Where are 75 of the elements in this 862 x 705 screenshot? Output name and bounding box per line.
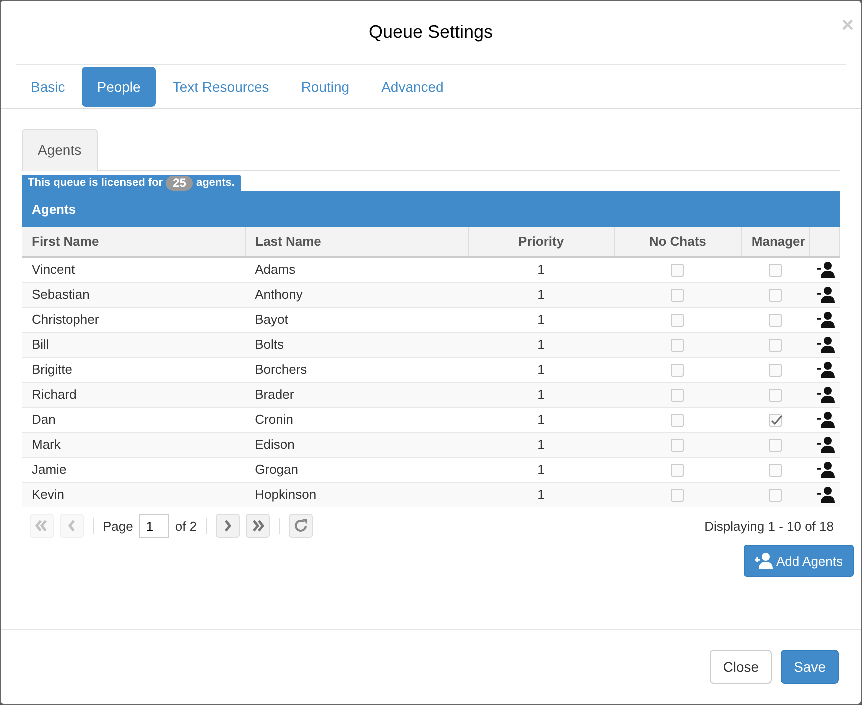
remove-person-icon[interactable] — [817, 436, 836, 454]
checkbox[interactable] — [671, 489, 684, 502]
refresh-icon — [293, 518, 310, 534]
checkbox[interactable] — [768, 389, 782, 402]
last-page-button[interactable] — [246, 514, 270, 538]
table-cell: Brader — [245, 382, 468, 408]
tab[interactable]: Text Resources — [158, 67, 284, 107]
checkbox[interactable] — [768, 289, 782, 302]
double-chevron-icon — [250, 519, 266, 534]
tab[interactable]: Advanced — [366, 67, 459, 107]
column-header[interactable]: First Name — [22, 227, 246, 258]
remove-person-icon[interactable] — [817, 261, 836, 279]
checkbox[interactable] — [768, 339, 782, 352]
checkbox[interactable] — [768, 464, 782, 478]
checkbox[interactable] — [768, 414, 782, 428]
remove-person-icon[interactable] — [817, 410, 836, 429]
column-header[interactable]: Last Name — [245, 227, 468, 258]
license-text: This queue is licensed for — [28, 176, 164, 191]
subtab[interactable]: Agents — [22, 129, 98, 171]
checkbox[interactable] — [671, 414, 684, 428]
page-input[interactable]: 1 — [139, 514, 170, 538]
table-cell: Bolts — [245, 332, 468, 358]
table-cell: Richard — [22, 382, 246, 408]
next-page-button[interactable] — [216, 514, 240, 538]
table-cell: Hopkinson — [245, 482, 468, 508]
tab[interactable]: Routing — [286, 67, 365, 107]
remove-person-icon[interactable] — [817, 486, 836, 504]
checkbox[interactable] — [768, 364, 782, 378]
remove-person-icon[interactable] — [817, 310, 836, 329]
remove-person-icon[interactable] — [817, 360, 836, 379]
table-cell: Sebastian — [22, 282, 246, 308]
table-cell: Edison — [245, 432, 468, 458]
refresh-button[interactable] — [289, 514, 314, 538]
table-cell: Bill — [22, 332, 246, 358]
displaying-text: Displaying 1 - 10 of 18 — [704, 518, 834, 536]
table-cell: Mark — [22, 432, 246, 458]
license-count: 25 — [166, 176, 194, 190]
page-count: of 2 — [175, 518, 198, 536]
table-cell: 1 — [468, 382, 614, 408]
license-text: agents. — [196, 176, 235, 191]
checkbox[interactable] — [768, 489, 782, 502]
table-cell: 1 — [468, 432, 614, 458]
column-header[interactable]: Manager — [741, 227, 810, 258]
add-agents-button[interactable]: Add Agents — [744, 545, 854, 578]
checkbox[interactable] — [671, 264, 684, 278]
checkbox[interactable] — [671, 339, 684, 352]
double-chevron-icon — [34, 519, 50, 534]
remove-person-icon[interactable] — [817, 336, 836, 354]
save-button[interactable]: Save — [781, 650, 839, 684]
table-cell: Anthony — [245, 282, 468, 308]
page-label: Page — [103, 518, 134, 536]
checkbox[interactable] — [671, 464, 684, 478]
checkbox[interactable] — [671, 314, 684, 328]
checkbox[interactable] — [671, 289, 684, 302]
checkbox[interactable] — [768, 264, 782, 278]
tab[interactable]: Basic — [16, 67, 80, 107]
checkbox[interactable] — [768, 439, 782, 452]
remove-person-icon[interactable] — [817, 460, 836, 479]
table-cell: 1 — [468, 482, 614, 508]
close-button[interactable]: Close — [710, 650, 772, 684]
checkbox[interactable] — [671, 364, 684, 378]
remove-person-icon[interactable] — [817, 386, 836, 404]
table-cell: Kevin — [22, 482, 246, 508]
checkbox[interactable] — [671, 389, 684, 402]
column-header[interactable]: No Chats — [614, 227, 742, 258]
table-cell: 1 — [468, 332, 614, 358]
checkbox[interactable] — [671, 439, 684, 452]
remove-person-icon[interactable] — [817, 286, 836, 304]
tab[interactable]: People — [82, 67, 156, 107]
table-cell: 1 — [468, 282, 614, 308]
column-header[interactable]: Priority — [468, 227, 614, 258]
checkbox[interactable] — [768, 314, 782, 328]
dialog-title: Queue Settings — [368, 21, 494, 44]
grid-title: Agents — [22, 191, 840, 228]
add-person-icon — [754, 552, 772, 570]
